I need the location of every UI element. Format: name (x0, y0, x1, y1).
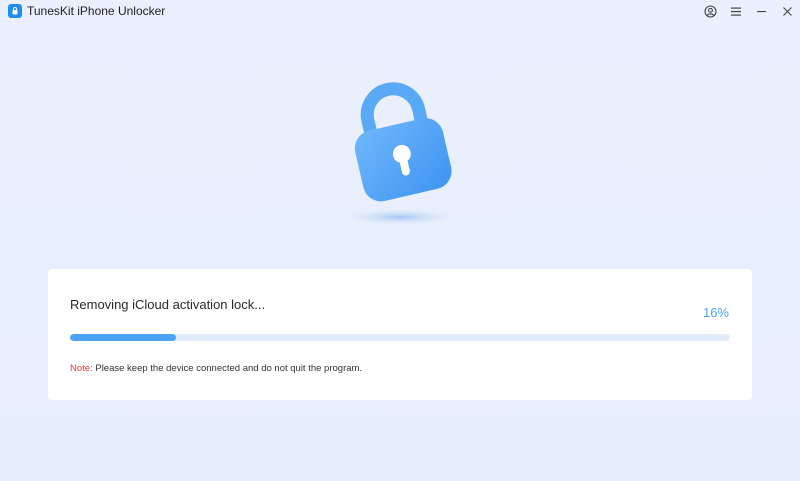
note-label: Note: (70, 363, 93, 374)
close-icon (782, 6, 792, 16)
padlock-illustration (340, 74, 464, 230)
menu-button[interactable] (728, 3, 744, 19)
account-button[interactable] (702, 3, 718, 19)
account-icon (703, 4, 717, 18)
status-text: Removing iCloud activation lock... (70, 297, 266, 312)
progress-bar-fill (70, 334, 176, 341)
minimize-icon (756, 10, 766, 12)
progress-percent: 16% (702, 305, 729, 320)
note-message: Please keep the device connected and do … (92, 363, 363, 374)
menu-icon (731, 7, 741, 16)
padlock-icon (344, 82, 456, 225)
close-button[interactable] (779, 3, 795, 19)
progress-bar (70, 334, 730, 341)
app-title: TunesKit iPhone Unlocker (27, 4, 166, 18)
minimize-button[interactable] (753, 3, 769, 19)
app-window: TunesKit iPhone Unlocker Removing iCloud… (0, 0, 800, 481)
app-logo-icon (8, 4, 22, 18)
note-text: Note: Please keep the device connected a… (70, 363, 362, 374)
title-bar: TunesKit iPhone Unlocker (0, 0, 800, 22)
progress-card: Removing iCloud activation lock... 16% N… (48, 269, 752, 400)
